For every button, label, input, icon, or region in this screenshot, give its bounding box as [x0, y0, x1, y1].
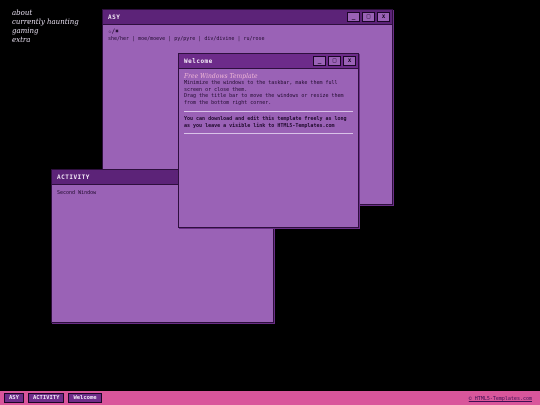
divider — [184, 111, 353, 112]
welcome-titlebar[interactable]: Welcome _ □ x — [179, 54, 358, 69]
asy-window-title: ASY — [108, 13, 121, 21]
welcome-heading: Free Windows Template — [184, 73, 258, 80]
taskbar-button-welcome[interactable]: Welcome — [68, 393, 102, 403]
asy-pronouns: she/her | moe/moeve | py/pyre | div/divi… — [108, 35, 265, 42]
close-button[interactable]: x — [343, 56, 356, 66]
nav-link-gaming[interactable]: gaming — [12, 27, 79, 36]
asy-titlebar[interactable]: ASY _ □ x — [103, 10, 392, 25]
divider — [184, 133, 353, 134]
side-nav: about currently haunting gaming extra — [12, 9, 79, 45]
taskbar-button-activity[interactable]: ACTIVITY — [27, 393, 65, 403]
asy-content: ☆/✖ she/her | moe/moeve | py/pyre | div/… — [103, 25, 392, 46]
welcome-para-2: Drag the title bar to move the windows o… — [184, 93, 344, 106]
nav-link-about[interactable]: about — [12, 9, 79, 18]
activity-window-title: ACTIVITY — [57, 173, 90, 181]
taskbar: ASY ACTIVITY Welcome © HTML5-Templates.c… — [0, 391, 540, 405]
welcome-window-controls: _ □ x — [313, 56, 356, 66]
asy-window-controls: _ □ x — [347, 12, 390, 22]
welcome-window: Welcome _ □ x Free Windows Template Mini… — [178, 53, 359, 228]
welcome-para-3: You can download and edit this template … — [184, 116, 347, 129]
minimize-button[interactable]: _ — [313, 56, 326, 66]
nav-link-extra[interactable]: extra — [12, 36, 79, 45]
welcome-para-1: Minimize the windows to the taskbar, mak… — [184, 80, 338, 93]
taskbar-button-asy[interactable]: ASY — [4, 393, 24, 403]
maximize-button[interactable]: □ — [362, 12, 375, 22]
welcome-window-title: Welcome — [184, 57, 213, 65]
welcome-content: Free Windows Template Minimize the windo… — [179, 69, 358, 142]
minimize-button[interactable]: _ — [347, 12, 360, 22]
nav-link-currently-haunting[interactable]: currently haunting — [12, 18, 79, 27]
maximize-button[interactable]: □ — [328, 56, 341, 66]
credit-link[interactable]: © HTML5-Templates.com — [469, 396, 532, 402]
close-button[interactable]: x — [377, 12, 390, 22]
